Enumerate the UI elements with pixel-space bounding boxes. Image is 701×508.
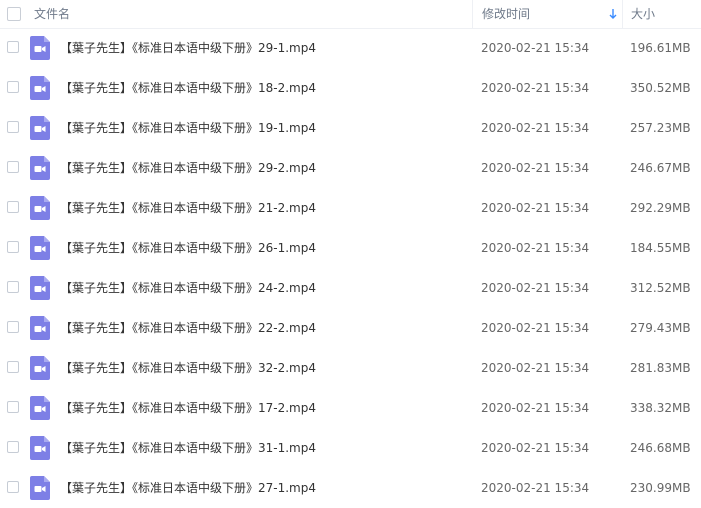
file-modified-time: 2020-02-21 15:34 <box>481 361 590 375</box>
list-header: 文件名 修改时间 大小 <box>0 0 701 29</box>
file-name[interactable]: 【葉子先生】《标准日本语中级下册》22-2.mp4 <box>60 308 316 348</box>
video-file-icon <box>30 76 50 100</box>
table-row[interactable]: 【葉子先生】《标准日本语中级下册》21-2.mp4 2020-02-21 15:… <box>0 188 701 228</box>
file-name[interactable]: 【葉子先生】《标准日本语中级下册》32-2.mp4 <box>60 348 316 388</box>
file-name[interactable]: 【葉子先生】《标准日本语中级下册》21-2.mp4 <box>60 188 316 228</box>
file-size: 230.99MB <box>630 481 691 495</box>
row-checkbox[interactable] <box>7 121 19 133</box>
file-name[interactable]: 【葉子先生】《标准日本语中级下册》29-2.mp4 <box>60 148 316 188</box>
file-size: 312.52MB <box>630 281 691 295</box>
file-modified-time: 2020-02-21 15:34 <box>481 481 590 495</box>
file-size: 350.52MB <box>630 81 691 95</box>
row-checkbox[interactable] <box>7 201 19 213</box>
video-file-icon <box>30 276 50 300</box>
file-name[interactable]: 【葉子先生】《标准日本语中级下册》19-1.mp4 <box>60 108 316 148</box>
file-name[interactable]: 【葉子先生】《标准日本语中级下册》17-2.mp4 <box>60 388 316 428</box>
file-modified-time: 2020-02-21 15:34 <box>481 281 590 295</box>
video-file-icon <box>30 316 50 340</box>
video-file-icon <box>30 396 50 420</box>
file-modified-time: 2020-02-21 15:34 <box>481 401 590 415</box>
video-file-icon <box>30 36 50 60</box>
row-checkbox[interactable] <box>7 161 19 173</box>
file-list: 文件名 修改时间 大小 【葉子先生】《标准日本语中级下册》29-1.mp4 20… <box>0 0 701 501</box>
file-modified-time: 2020-02-21 15:34 <box>481 121 590 135</box>
row-checkbox[interactable] <box>7 281 19 293</box>
select-all-checkbox[interactable] <box>7 7 21 21</box>
file-modified-time: 2020-02-21 15:34 <box>481 201 590 215</box>
video-file-icon <box>30 356 50 380</box>
column-header-date[interactable]: 修改时间 <box>472 0 622 28</box>
video-file-icon <box>30 116 50 140</box>
file-size: 281.83MB <box>630 361 691 375</box>
file-size: 196.61MB <box>630 41 691 55</box>
file-size: 338.32MB <box>630 401 691 415</box>
table-row[interactable]: 【葉子先生】《标准日本语中级下册》29-2.mp4 2020-02-21 15:… <box>0 148 701 188</box>
file-rows: 【葉子先生】《标准日本语中级下册》29-1.mp4 2020-02-21 15:… <box>0 28 701 508</box>
table-row[interactable]: 【葉子先生】《标准日本语中级下册》18-2.mp4 2020-02-21 15:… <box>0 68 701 108</box>
file-size: 279.43MB <box>630 321 691 335</box>
file-modified-time: 2020-02-21 15:34 <box>481 81 590 95</box>
table-row[interactable]: 【葉子先生】《标准日本语中级下册》19-1.mp4 2020-02-21 15:… <box>0 108 701 148</box>
file-name[interactable]: 【葉子先生】《标准日本语中级下册》18-2.mp4 <box>60 68 316 108</box>
row-checkbox[interactable] <box>7 441 19 453</box>
video-file-icon <box>30 476 50 500</box>
file-modified-time: 2020-02-21 15:34 <box>481 241 590 255</box>
table-row[interactable]: 【葉子先生】《标准日本语中级下册》32-2.mp4 2020-02-21 15:… <box>0 348 701 388</box>
file-modified-time: 2020-02-21 15:34 <box>481 41 590 55</box>
file-size: 257.23MB <box>630 121 691 135</box>
file-name[interactable]: 【葉子先生】《标准日本语中级下册》26-1.mp4 <box>60 228 316 268</box>
row-checkbox[interactable] <box>7 41 19 53</box>
file-modified-time: 2020-02-21 15:34 <box>481 161 590 175</box>
table-row[interactable]: 【葉子先生】《标准日本语中级下册》17-2.mp4 2020-02-21 15:… <box>0 388 701 428</box>
file-name[interactable]: 【葉子先生】《标准日本语中级下册》29-1.mp4 <box>60 28 316 68</box>
row-checkbox[interactable] <box>7 481 19 493</box>
video-file-icon <box>30 196 50 220</box>
row-checkbox[interactable] <box>7 401 19 413</box>
file-name[interactable]: 【葉子先生】《标准日本语中级下册》24-2.mp4 <box>60 268 316 308</box>
table-row[interactable]: 【葉子先生】《标准日本语中级下册》24-2.mp4 2020-02-21 15:… <box>0 268 701 308</box>
column-header-name[interactable]: 文件名 <box>34 0 470 28</box>
table-row[interactable]: 【葉子先生】《标准日本语中级下册》26-1.mp4 2020-02-21 15:… <box>0 228 701 268</box>
video-file-icon <box>30 236 50 260</box>
table-row[interactable]: 【葉子先生】《标准日本语中级下册》31-1.mp4 2020-02-21 15:… <box>0 428 701 468</box>
file-name[interactable]: 【葉子先生】《标准日本语中级下册》27-1.mp4 <box>60 468 316 508</box>
video-file-icon <box>30 156 50 180</box>
row-checkbox[interactable] <box>7 81 19 93</box>
table-row[interactable]: 【葉子先生】《标准日本语中级下册》27-1.mp4 2020-02-21 15:… <box>0 468 701 508</box>
row-checkbox[interactable] <box>7 361 19 373</box>
file-size: 292.29MB <box>630 201 691 215</box>
row-checkbox[interactable] <box>7 241 19 253</box>
row-checkbox[interactable] <box>7 321 19 333</box>
column-header-date-label: 修改时间 <box>482 7 531 21</box>
table-row[interactable]: 【葉子先生】《标准日本语中级下册》29-1.mp4 2020-02-21 15:… <box>0 28 701 68</box>
table-row[interactable]: 【葉子先生】《标准日本语中级下册》22-2.mp4 2020-02-21 15:… <box>0 308 701 348</box>
file-name[interactable]: 【葉子先生】《标准日本语中级下册》31-1.mp4 <box>60 428 316 468</box>
file-size: 184.55MB <box>630 241 691 255</box>
file-modified-time: 2020-02-21 15:34 <box>481 441 590 455</box>
column-header-size[interactable]: 大小 <box>622 0 701 28</box>
video-file-icon <box>30 436 50 460</box>
file-size: 246.67MB <box>630 161 691 175</box>
file-size: 246.68MB <box>630 441 691 455</box>
file-modified-time: 2020-02-21 15:34 <box>481 321 590 335</box>
